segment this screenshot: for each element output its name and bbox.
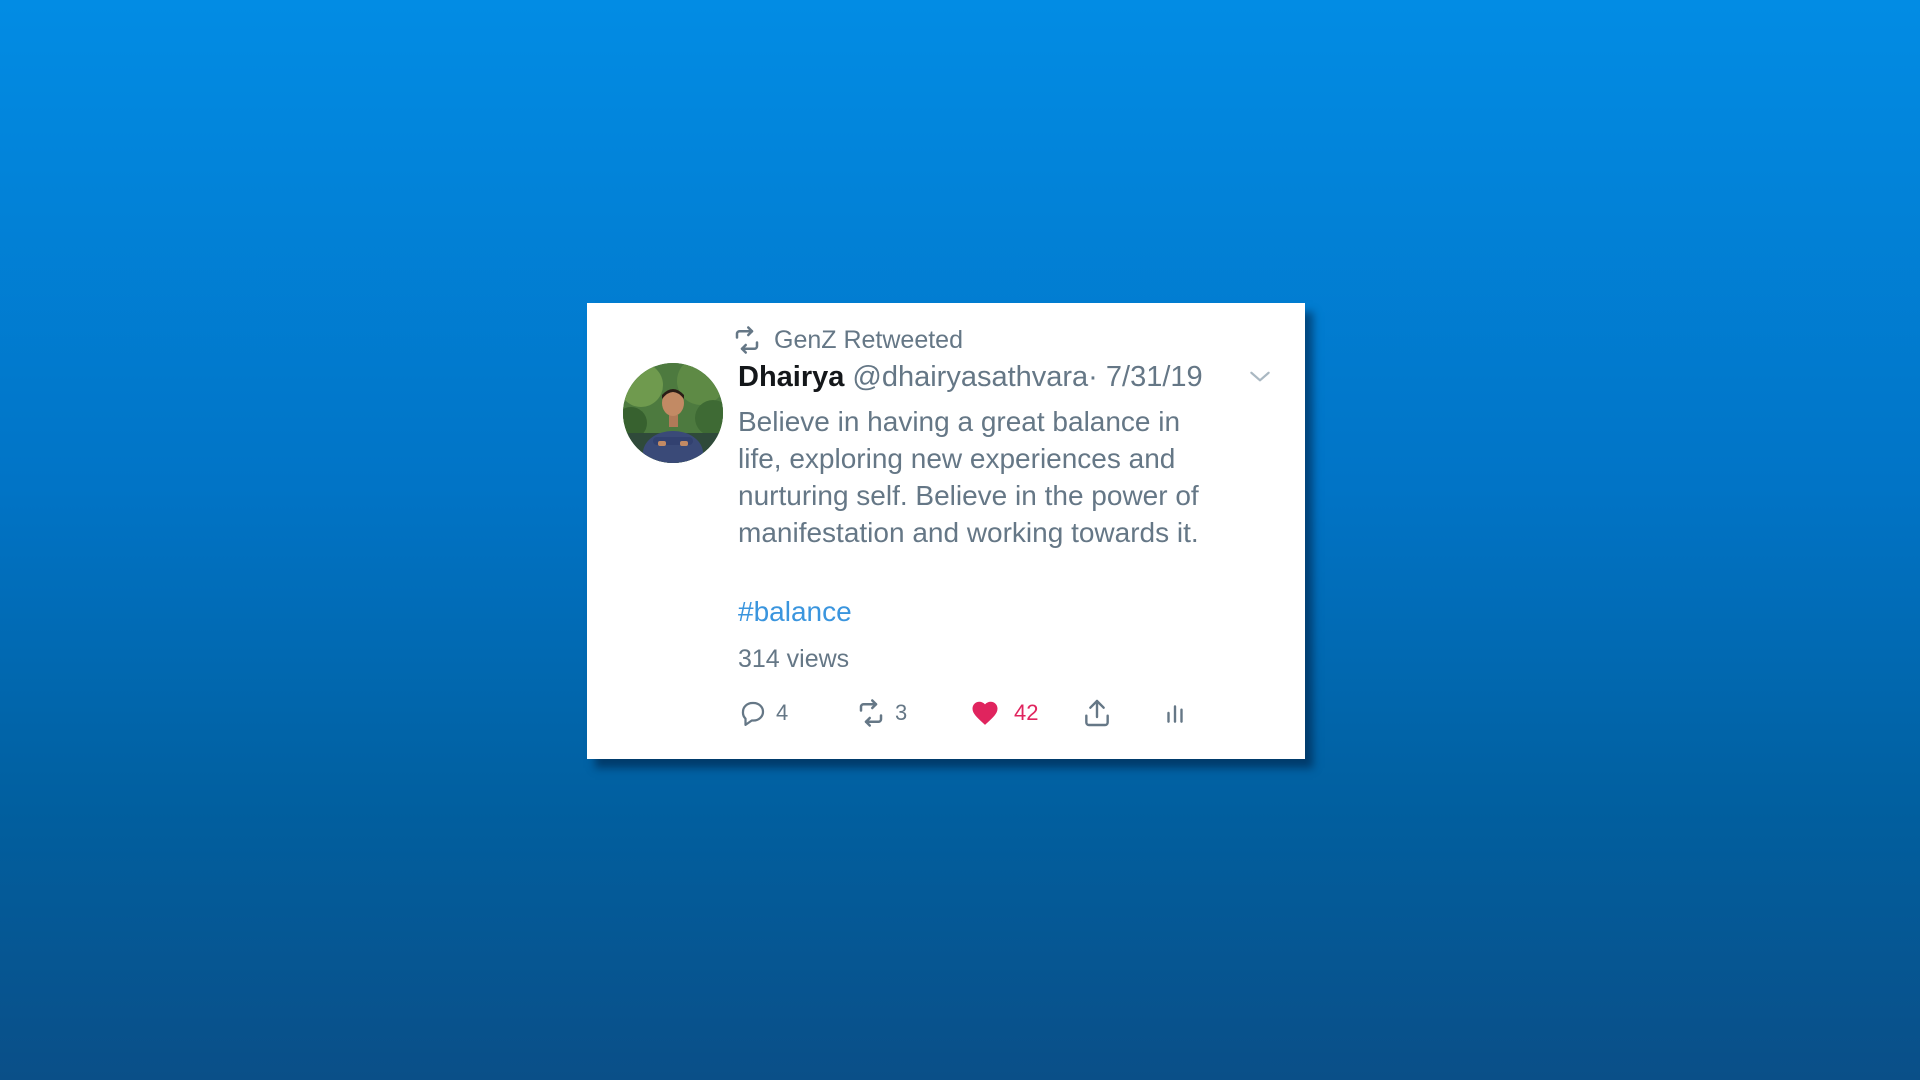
- tweet-text: Believe in having a great balance in lif…: [738, 406, 1199, 548]
- author-name[interactable]: Dhairya: [738, 361, 844, 394]
- tweet-date[interactable]: · 7/31/19: [1088, 361, 1202, 394]
- retweet-icon: [735, 326, 759, 354]
- reply-icon: [741, 701, 765, 726]
- retweeted-by-row[interactable]: GenZ Retweeted: [732, 323, 963, 357]
- author-handle[interactable]: @dhairyasathvara: [852, 361, 1088, 394]
- tweet-header: Dhairya @dhairyasathvara · 7/31/19: [738, 355, 1203, 399]
- share-button[interactable]: [1081, 693, 1113, 733]
- tweet-card[interactable]: GenZ Retweeted Dhairya @dhairyasathvara …: [587, 303, 1305, 759]
- more-options-button[interactable]: [1247, 363, 1273, 389]
- like-button[interactable]: 42: [970, 693, 1038, 733]
- analytics-icon: [1167, 705, 1183, 723]
- hashtag-link[interactable]: #balance: [738, 596, 852, 628]
- views-count: 314 views: [738, 645, 850, 673]
- reply-count: 4: [776, 700, 789, 725]
- analytics-button[interactable]: [1162, 693, 1188, 733]
- tweet-actions: 4 3 42: [738, 693, 1258, 733]
- retweeted-by-label: GenZ Retweeted: [774, 325, 963, 354]
- heart-icon: [972, 701, 998, 725]
- retweet-button[interactable]: 3: [855, 693, 907, 733]
- reply-button[interactable]: 4: [738, 693, 788, 733]
- avatar-photo: [623, 363, 723, 463]
- like-count: 42: [1014, 700, 1039, 725]
- share-icon: [1085, 699, 1109, 727]
- chevron-down-icon: [1250, 371, 1270, 382]
- retweet-count: 3: [895, 700, 908, 725]
- retweet-icon: [859, 699, 883, 727]
- avatar[interactable]: [623, 363, 723, 463]
